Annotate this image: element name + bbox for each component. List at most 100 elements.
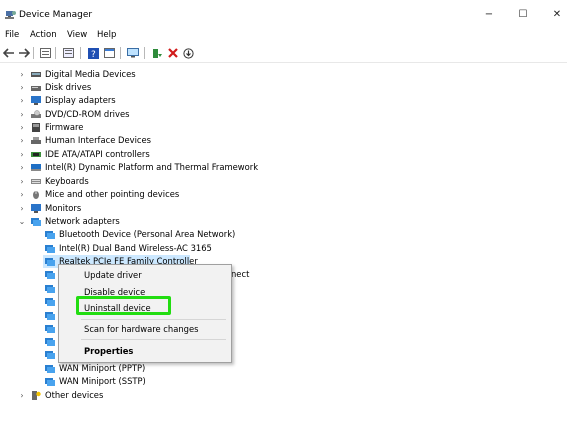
tree-row-other-devices[interactable]: › Other devices bbox=[0, 389, 567, 402]
tree-row-intel-dptf[interactable]: › Intel(R) Dynamic Platform and Thermal … bbox=[0, 161, 567, 174]
tree-row-disk-drives[interactable]: › Disk drives bbox=[0, 81, 567, 94]
tree-row-wan-pptp[interactable]: WAN Miniport (PPTP) bbox=[0, 362, 567, 375]
download-circle-icon[interactable] bbox=[181, 46, 195, 60]
network-adapter-icon bbox=[31, 218, 41, 226]
window-title: Device Manager bbox=[19, 10, 93, 20]
network-adapter-icon bbox=[45, 271, 55, 279]
disk-drive-icon bbox=[31, 86, 41, 91]
device-manager-icon bbox=[5, 11, 16, 19]
chevron-right-icon[interactable]: › bbox=[18, 94, 26, 107]
minimize-button[interactable]: − bbox=[478, 6, 500, 24]
chevron-right-icon[interactable]: › bbox=[18, 148, 26, 161]
tree-row-wan-sstp[interactable]: WAN Miniport (SSTP) bbox=[0, 375, 567, 388]
tree-row-human-interface[interactable]: › Human Interface Devices bbox=[0, 134, 567, 147]
network-adapter-icon bbox=[45, 245, 55, 253]
ide-controller-icon bbox=[31, 152, 41, 157]
chevron-right-icon[interactable]: › bbox=[18, 175, 26, 188]
network-adapter-icon bbox=[45, 285, 55, 293]
chevron-right-icon[interactable]: › bbox=[18, 134, 26, 147]
chevron-right-icon[interactable]: › bbox=[18, 121, 26, 134]
menu-item-scan-hardware[interactable]: Scan for hardware changes bbox=[84, 323, 199, 335]
tree-label: Display adapters bbox=[45, 95, 116, 105]
properties-icon[interactable] bbox=[38, 46, 52, 60]
chevron-right-icon[interactable]: › bbox=[18, 202, 26, 215]
view-list-icon[interactable] bbox=[61, 46, 75, 60]
media-device-icon bbox=[31, 72, 41, 77]
keyboard-icon bbox=[31, 179, 41, 184]
menu-action[interactable]: Action bbox=[30, 30, 57, 40]
forward-arrow-icon[interactable] bbox=[17, 46, 31, 60]
network-adapter-icon bbox=[45, 231, 55, 239]
menu-help[interactable]: Help bbox=[97, 30, 116, 40]
tree-row-intel-wireless[interactable]: Intel(R) Dual Band Wireless-AC 3165 bbox=[0, 242, 567, 255]
tree-label: DVD/CD-ROM drives bbox=[45, 109, 130, 119]
tree-row-network-adapters[interactable]: ⌄ Network adapters bbox=[0, 215, 567, 228]
hid-icon bbox=[31, 137, 41, 144]
network-adapter-icon bbox=[45, 338, 55, 346]
tree-label: Mice and other pointing devices bbox=[45, 189, 180, 199]
tree-label: Keyboards bbox=[45, 176, 89, 186]
tree-row-bluetooth-pan[interactable]: Bluetooth Device (Personal Area Network) bbox=[0, 228, 567, 241]
tree-label: IDE ATA/ATAPI controllers bbox=[45, 149, 150, 159]
tree-label: Firmware bbox=[45, 122, 84, 132]
intel-platform-icon bbox=[31, 164, 41, 171]
tree-label: Bluetooth Device (Personal Area Network) bbox=[59, 229, 236, 239]
tree-label: Digital Media Devices bbox=[45, 69, 136, 79]
chevron-right-icon[interactable]: › bbox=[18, 108, 26, 121]
tree-row-digital-media[interactable]: › Digital Media Devices bbox=[0, 68, 567, 81]
maximize-button[interactable]: ☐ bbox=[512, 6, 534, 24]
mouse-icon bbox=[33, 191, 39, 199]
menu-separator bbox=[81, 319, 226, 320]
network-adapter-icon bbox=[45, 258, 55, 266]
tree-row-monitors[interactable]: › Monitors bbox=[0, 202, 567, 215]
tree-row-ide-ata[interactable]: › IDE ATA/ATAPI controllers bbox=[0, 148, 567, 161]
tree-row-dvd-cd-rom[interactable]: › DVD/CD-ROM drives bbox=[0, 108, 567, 121]
menu-separator bbox=[81, 339, 226, 340]
back-arrow-icon[interactable] bbox=[2, 46, 16, 60]
tree-row-mice[interactable]: › Mice and other pointing devices bbox=[0, 188, 567, 201]
tree-row-keyboards[interactable]: › Keyboards bbox=[0, 175, 567, 188]
network-adapter-icon bbox=[45, 325, 55, 333]
display-adapter-icon bbox=[31, 96, 41, 105]
network-adapter-icon bbox=[45, 312, 55, 320]
tree-row-firmware[interactable]: › Firmware bbox=[0, 121, 567, 134]
network-adapter-icon bbox=[45, 351, 55, 359]
svg-text:?: ? bbox=[91, 50, 96, 59]
update-driver-icon[interactable] bbox=[150, 46, 164, 60]
tree-label: Intel(R) Dynamic Platform and Thermal Fr… bbox=[45, 162, 259, 172]
tree-label: WAN Miniport (SSTP) bbox=[59, 376, 146, 386]
uninstall-x-icon[interactable] bbox=[166, 46, 180, 60]
chevron-right-icon[interactable]: › bbox=[18, 188, 26, 201]
help-icon[interactable]: ? bbox=[86, 46, 100, 60]
tree-label: WAN Miniport (PPTP) bbox=[59, 363, 146, 373]
chevron-right-icon[interactable]: › bbox=[18, 81, 26, 94]
network-adapter-icon bbox=[45, 298, 55, 306]
tree-label-partial: nect bbox=[231, 269, 250, 279]
menu-view[interactable]: View bbox=[67, 30, 87, 40]
unknown-device-icon bbox=[32, 391, 41, 400]
tree-label: Network adapters bbox=[45, 216, 120, 226]
show-hidden-icon[interactable] bbox=[102, 46, 116, 60]
dvd-drive-icon bbox=[31, 110, 41, 118]
chevron-right-icon[interactable]: › bbox=[18, 68, 26, 81]
chevron-down-icon[interactable]: ⌄ bbox=[18, 215, 26, 228]
menu-bar: File Action View Help bbox=[0, 29, 567, 43]
tree-label: Other devices bbox=[45, 390, 104, 400]
uninstall-highlight-box bbox=[76, 296, 171, 315]
network-adapter-icon bbox=[45, 365, 55, 373]
monitor-icon bbox=[31, 204, 41, 213]
firmware-icon bbox=[32, 123, 40, 132]
toolbar: ? bbox=[0, 44, 567, 63]
tree-label: Disk drives bbox=[45, 82, 92, 92]
tree-label: Human Interface Devices bbox=[45, 135, 152, 145]
menu-file[interactable]: File bbox=[5, 30, 19, 40]
chevron-right-icon[interactable]: › bbox=[18, 161, 26, 174]
monitor-scan-icon[interactable] bbox=[126, 46, 140, 60]
menu-item-properties[interactable]: Properties bbox=[84, 345, 133, 357]
menu-item-update-driver[interactable]: Update driver bbox=[84, 269, 142, 281]
tree-row-display-adapters[interactable]: › Display adapters bbox=[0, 94, 567, 107]
network-adapter-icon bbox=[45, 378, 55, 386]
chevron-right-icon[interactable]: › bbox=[18, 389, 26, 402]
close-button[interactable]: ✕ bbox=[546, 6, 567, 24]
tree-label: Monitors bbox=[45, 203, 82, 213]
